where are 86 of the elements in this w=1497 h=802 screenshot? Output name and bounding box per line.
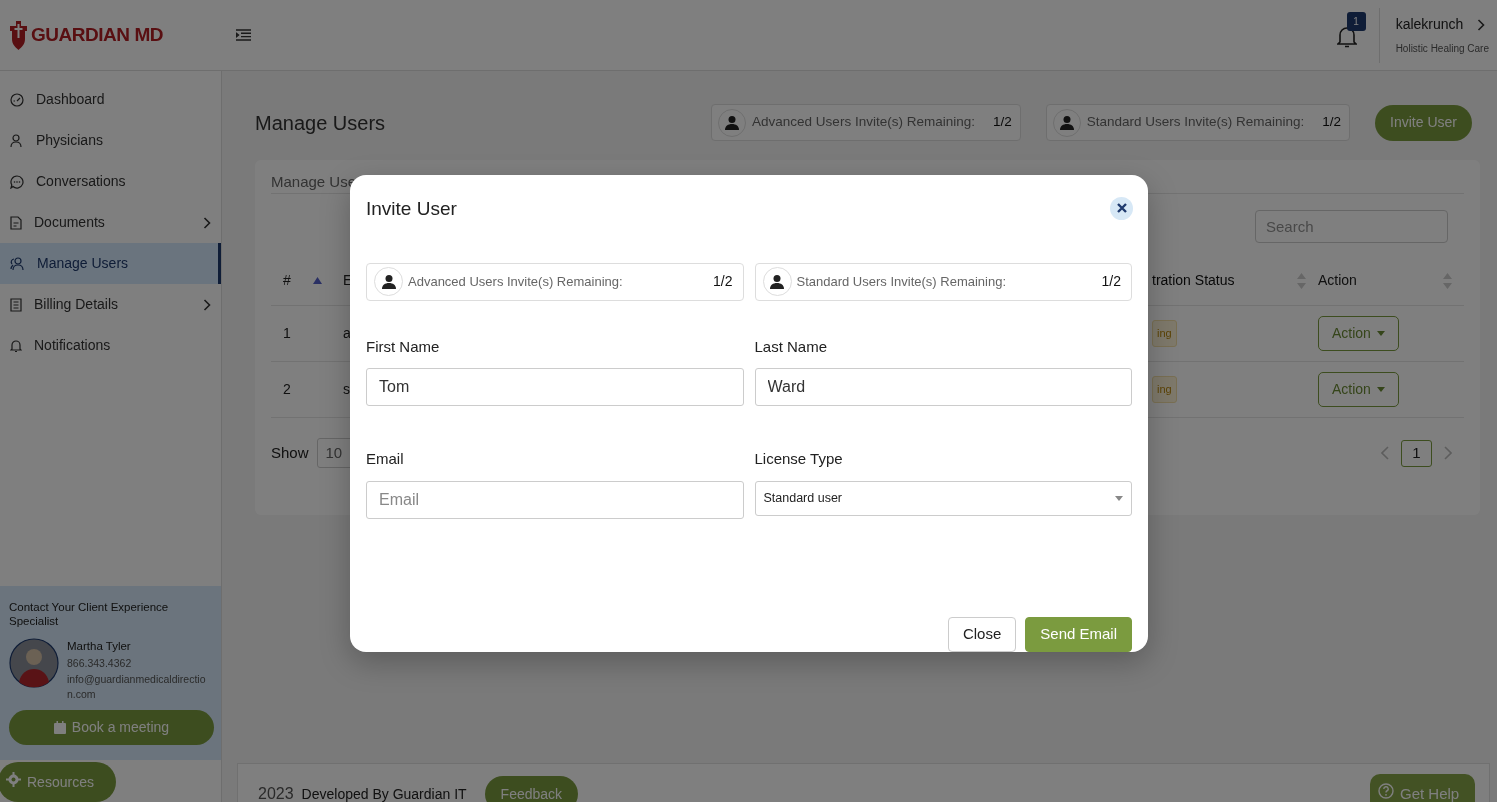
sidebar-label: Manage Users [37,254,130,273]
column-header: tration Status [1152,271,1235,290]
page-button[interactable]: 1 [1401,439,1432,467]
show-label: Show [271,442,309,463]
send-email-button[interactable]: Send Email [1025,616,1132,652]
chevron-right-icon [1477,18,1486,31]
sidebar-label: Billing Details [34,295,120,314]
sidebar-item[interactable]: Dashboard [0,79,221,120]
sidebar-label: Dashboard [36,90,106,109]
menu-icon[interactable] [236,29,251,41]
receipt-icon [10,297,22,312]
feedback-button[interactable]: Feedback [484,776,579,802]
sidebar-label: Documents [34,213,106,232]
quota-value: 1/2 [1322,113,1342,132]
input-field[interactable]: Email [366,480,744,519]
status-badge: ing [1152,376,1177,403]
select-value: Standard user [763,489,843,507]
caret-icon [1115,495,1123,501]
footer-year: 2023 [258,784,294,802]
person-icon [1059,114,1074,131]
notification-count: 1 [1346,12,1366,31]
brand-logo: GUARDIAN MD [31,22,163,47]
sidebar-item[interactable]: Documents [0,202,221,243]
calendar-icon [53,721,66,734]
sidebar-item[interactable]: Physicians [0,120,221,161]
sidebar-item[interactable]: Manage Users [0,243,221,284]
contact-email[interactable]: info@guardianmedicaldirection.com [67,672,212,702]
close-icon[interactable] [1110,196,1133,220]
contact-name: Martha Tyler [67,639,132,654]
help-icon [1378,783,1394,799]
bell-icon[interactable] [1336,26,1357,48]
close-button[interactable]: Close [947,616,1017,652]
action-dropdown[interactable]: Action [1318,372,1399,407]
sidebar-label: Conversations [36,172,127,191]
chevron-left-icon[interactable] [1381,446,1389,460]
quota-label: Standard Users Invite(s) Remaining: [1086,113,1305,132]
resources-button[interactable]: Resources [0,762,116,802]
license-type-select[interactable]: Standard user [754,480,1132,516]
caret-icon [1376,331,1385,336]
column-header: Action [1318,271,1357,290]
chat-icon [10,174,24,189]
person-icon [770,273,784,290]
field-label: Last Name [754,336,829,357]
action-dropdown[interactable]: Action [1318,316,1399,351]
table-cell: 2 [283,381,291,397]
avatar [9,638,59,688]
invite-user-button[interactable]: Invite User [1375,104,1472,141]
sort-up-icon[interactable] [312,277,322,284]
table-cell: a [343,325,351,341]
sidebar-item[interactable]: Notifications [0,325,221,366]
shield-logo-icon [10,20,27,50]
bell-icon [10,338,22,353]
sidebar-label: Notifications [34,336,112,355]
organization-name: Holistic Healing Care [1395,42,1489,56]
person-icon [10,133,24,148]
quota-label: Advanced Users Invite(s) Remaining: [408,272,624,291]
user-name[interactable]: kalekrunch [1395,14,1464,35]
quota-label: Standard Users Invite(s) Remaining: [796,272,1008,291]
field-label: First Name [366,336,441,357]
page-title: Manage Users [255,110,386,136]
field-label: License Type [754,449,844,469]
chevron-right-icon[interactable] [1444,446,1452,460]
quota-value: 1/2 [713,272,733,291]
footer-credit: Developed By Guardian IT [301,785,467,802]
input-field[interactable]: Tom [366,368,744,406]
people-icon [10,256,25,271]
sidebar-item[interactable]: Billing Details [0,284,221,325]
person-icon [725,114,740,131]
sidebar-label: Physicians [36,131,104,150]
person-icon [381,273,396,290]
contact-heading: Contact Your Client Experience Specialist [9,600,170,628]
status-badge: ing [1152,320,1177,347]
dialog-title: Invite User [366,197,457,221]
document-icon [10,215,22,230]
quota-label: Advanced Users Invite(s) Remaining: [752,113,975,132]
quota-value: 1/2 [1101,272,1121,291]
table-cell: 1 [283,325,291,341]
caret-icon [1376,387,1385,392]
book-meeting-button[interactable]: Book a meeting [9,710,214,745]
column-header: # [283,271,291,290]
gauge-icon [10,92,24,107]
contact-phone: 866.343.4362 [67,656,133,672]
sidebar-item[interactable]: Conversations [0,161,221,202]
input-field[interactable]: Ward [754,368,1132,406]
quota-value: 1/2 [992,113,1012,132]
table-cell: s [343,381,350,397]
